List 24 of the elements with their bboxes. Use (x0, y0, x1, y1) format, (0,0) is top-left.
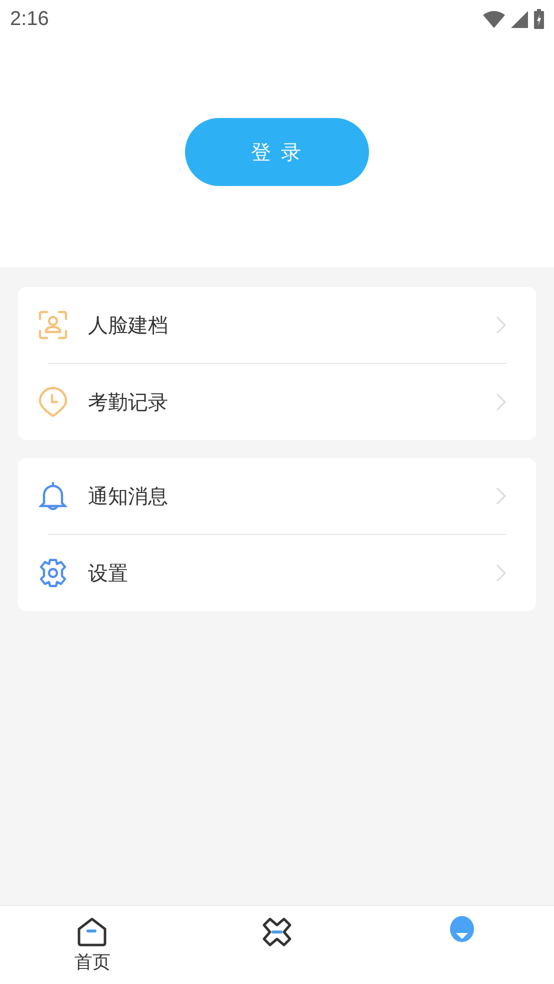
home-icon (76, 916, 108, 948)
clock-icon (38, 387, 68, 417)
menu-item[interactable]: 通知消息 (18, 458, 536, 534)
chevron-icon (496, 393, 506, 411)
menu-item[interactable]: 人脸建档 (18, 287, 536, 363)
menu-item[interactable]: 考勤记录 (18, 364, 536, 440)
wifi-icon (483, 10, 505, 28)
menu-label: 考勤记录 (88, 388, 169, 416)
face-scan-icon (38, 310, 68, 340)
status-time: 2:16 (10, 8, 49, 30)
signal-icon (511, 10, 528, 28)
cross-icon (261, 916, 293, 948)
settings-icon (38, 558, 68, 588)
nav-label: 首页 (74, 951, 110, 974)
profile-icon (448, 916, 475, 944)
menu-label: 人脸建档 (88, 312, 169, 338)
menu-item[interactable]: 设置 (18, 535, 536, 611)
chevron-icon (496, 487, 506, 505)
chevron-icon (496, 316, 506, 334)
menu-label: 设置 (88, 560, 129, 586)
battery-icon (534, 9, 544, 29)
chevron-icon (496, 564, 506, 582)
menu-label: 通知消息 (88, 482, 169, 510)
bell-icon (38, 481, 68, 511)
